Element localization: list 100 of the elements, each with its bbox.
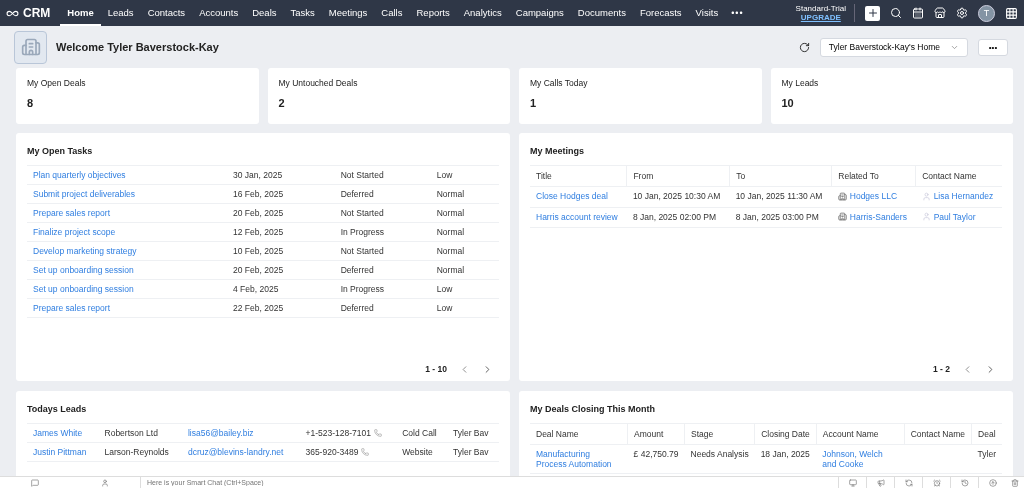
column-header: Deal Name <box>530 423 628 445</box>
stat-card[interactable]: My Calls Today 1 <box>519 68 762 124</box>
nav-tab[interactable]: Contacts <box>140 0 193 26</box>
stat-card[interactable]: My Untouched Deals 2 <box>267 68 510 124</box>
table-cell: 8 Jan, 2025 02:00 PM <box>626 207 730 228</box>
panel-title: My Open Tasks <box>27 146 94 156</box>
table-cell: 30 Jan, 2025 <box>227 165 335 185</box>
phone-icon[interactable] <box>373 429 382 437</box>
stat-label: My Open Deals <box>27 78 87 88</box>
link-cell[interactable]: Close Hodges deal <box>530 186 627 207</box>
crm-logo[interactable]: CRM <box>6 6 51 20</box>
chat-icon[interactable] <box>31 478 39 487</box>
link-cell[interactable]: Justin Pittman <box>27 442 99 462</box>
panel-title: Todays Leads <box>27 404 88 414</box>
table-cell: Normal <box>430 241 499 261</box>
welcome-title: Welcome Tyler Baverstock-Kay <box>56 41 219 53</box>
more-button[interactable]: ••• <box>978 38 1008 56</box>
contact-link[interactable]: Paul Taylor <box>921 211 976 222</box>
monitor-icon[interactable] <box>848 478 857 487</box>
column-header: Title <box>530 165 627 187</box>
contacts-icon[interactable] <box>101 478 109 487</box>
upload-icon[interactable] <box>988 478 997 487</box>
link-cell[interactable]: Submit project deliverables <box>27 184 228 204</box>
avatar-icon <box>921 191 931 201</box>
home-view-dropdown[interactable]: Tyler Baverstock-Kay's Home <box>819 37 968 57</box>
stat-value: 8 <box>27 97 35 109</box>
table-cell: 10 Jan, 2025 10:30 AM <box>626 186 730 207</box>
nav-tab[interactable]: Leads <box>100 0 141 26</box>
building-icon <box>837 191 847 201</box>
column-header: From <box>626 165 730 187</box>
sync-icon[interactable] <box>904 478 913 487</box>
link-cell[interactable]: dcruz@blevins-landry.net <box>181 442 300 462</box>
building-icon <box>837 212 847 221</box>
nav-tab[interactable]: Reports <box>409 0 457 26</box>
more-tabs-button[interactable]: ••• <box>725 8 750 18</box>
contact-link[interactable]: Lisa Hernandez <box>921 191 994 201</box>
apps-grid-icon[interactable] <box>1005 6 1018 20</box>
table-cell: 12 Feb, 2025 <box>227 222 335 242</box>
link-cell[interactable]: Prepare sales report <box>27 203 228 223</box>
account-link[interactable]: Hodges LLC <box>837 191 898 201</box>
settings-icon[interactable] <box>956 7 968 19</box>
nav-tab[interactable]: Tasks <box>283 0 322 26</box>
account-link[interactable]: Harris-Sanders <box>837 211 907 222</box>
link-cell[interactable]: Finalize project scope <box>27 222 228 242</box>
page-range: 1 - 2 <box>933 364 950 374</box>
phone-icon[interactable] <box>361 448 370 456</box>
stat-card[interactable]: My Leads 10 <box>770 68 1013 124</box>
stat-value: 1 <box>530 97 538 109</box>
stat-value: 10 <box>781 97 795 109</box>
link-cell[interactable]: Manufacturing Process Automation <box>530 444 628 474</box>
column-header: Closing Date <box>754 423 817 445</box>
table-cell: £ 42,750.79 <box>627 444 685 474</box>
link-cell[interactable]: Johnson, Welch and Cooke <box>816 444 905 474</box>
trash-icon[interactable] <box>1011 478 1019 487</box>
store-icon[interactable] <box>934 7 946 19</box>
table-cell: 8 Jan, 2025 03:00 PM <box>729 207 832 228</box>
table-cell: Low <box>430 279 499 299</box>
nav-tab[interactable]: Accounts <box>192 0 246 26</box>
link-cell[interactable]: Set up onboarding session <box>27 279 228 299</box>
nav-tab[interactable]: Home <box>60 0 101 26</box>
nav-tab[interactable]: Calls <box>374 0 410 26</box>
history-icon[interactable] <box>960 478 969 487</box>
refresh-icon[interactable] <box>798 41 810 53</box>
avatar-icon <box>921 212 931 221</box>
nav-tab[interactable]: Documents <box>570 0 633 26</box>
nav-tab[interactable]: Analytics <box>456 0 509 26</box>
nav-tab[interactable]: Visits <box>688 0 726 26</box>
upgrade-link[interactable]: UPGRADE <box>800 13 841 22</box>
nav-tab[interactable]: Deals <box>245 0 284 26</box>
nav-tab[interactable]: Forecasts <box>632 0 689 26</box>
link-cell[interactable]: lisa56@bailey.biz <box>181 423 300 443</box>
alarm-icon[interactable] <box>932 478 941 487</box>
add-button[interactable] <box>865 5 880 21</box>
panel-title: My Meetings <box>530 146 585 156</box>
link-cell[interactable]: Harris account review <box>530 207 627 228</box>
link-cell[interactable]: Set up onboarding session <box>27 260 228 280</box>
stat-value: 2 <box>278 97 286 109</box>
link-cell[interactable]: Develop marketing strategy <box>27 241 228 261</box>
nav-tab[interactable]: Campaigns <box>508 0 571 26</box>
phone-cell: 365-920-3489 <box>305 447 370 457</box>
table-cell: Needs Analysis <box>684 444 755 474</box>
nav-tab[interactable]: Meetings <box>321 0 375 26</box>
table-cell: In Progress <box>334 279 431 299</box>
link-cell[interactable]: Plan quarterly objectives <box>27 165 228 185</box>
table-cell: Cold Call <box>396 423 448 443</box>
link-cell[interactable]: Prepare sales report <box>27 298 228 318</box>
search-icon[interactable] <box>890 7 902 19</box>
table-cell: Not Started <box>334 241 431 261</box>
column-header: Contact Name <box>915 165 1002 187</box>
megaphone-icon[interactable] <box>876 478 885 487</box>
building-icon <box>14 30 47 64</box>
table-cell: Tyler Bav <box>447 442 499 462</box>
column-header: Amount <box>627 423 685 445</box>
calendar-icon[interactable] <box>912 7 924 19</box>
stat-card[interactable]: My Open Deals 8 <box>16 68 259 124</box>
column-header: To <box>729 165 832 187</box>
table-cell: Normal <box>430 184 499 204</box>
table-cell: Deferred <box>334 298 431 318</box>
table-cell: Normal <box>430 260 499 280</box>
link-cell[interactable]: James White <box>27 423 99 443</box>
